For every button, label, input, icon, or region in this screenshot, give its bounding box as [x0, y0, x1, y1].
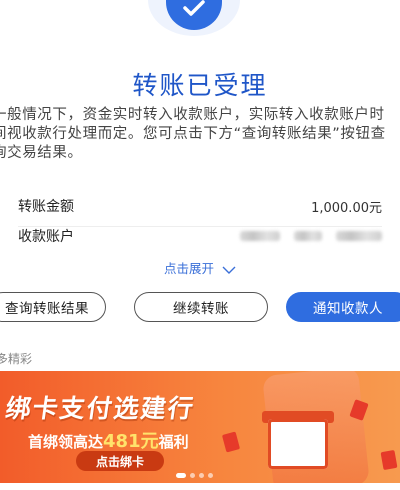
more-section-label: 多精彩: [0, 352, 33, 366]
success-badge: [148, 0, 240, 36]
banner-subtitle-amount: 481元: [103, 431, 159, 452]
red-envelope-icon: [221, 431, 241, 453]
gift-box-icon: [268, 419, 328, 469]
expand-details-link[interactable]: 点击展开: [0, 258, 400, 277]
check-icon: [166, 0, 222, 30]
carousel-dot: [199, 473, 204, 478]
notify-payee-label: 通知收款人: [313, 301, 383, 317]
amount-label: 转账金额: [18, 199, 74, 215]
carousel-dot-active: [176, 473, 186, 478]
amount-value: 1,000.00元: [311, 200, 382, 216]
query-result-label: 查询转账结果: [5, 301, 89, 317]
notify-payee-button[interactable]: 通知收款人: [286, 292, 400, 322]
banner-subtitle-prefix: 首绑领高达: [28, 433, 104, 451]
promo-banner[interactable]: 绑卡支付选建行 首绑领高达481元福利 点击绑卡: [0, 371, 400, 483]
account-label: 收款账户: [18, 229, 74, 245]
red-envelope-icon: [380, 449, 398, 471]
continue-transfer-button[interactable]: 继续转账: [134, 292, 268, 322]
page-title: 转账已受理: [132, 71, 268, 100]
bind-card-button[interactable]: 点击绑卡: [76, 451, 164, 471]
result-description: 一般情况下，资金实时转入收款账户，实际转入收款账户时间视收款行处理而定。您可点击…: [0, 107, 386, 161]
account-row: 收款账户: [18, 216, 382, 256]
carousel-dot: [208, 473, 213, 478]
query-result-button[interactable]: 查询转账结果: [0, 292, 106, 322]
carousel-indicator: [176, 473, 213, 478]
continue-transfer-label: 继续转账: [173, 301, 229, 317]
banner-title: 绑卡支付选建行: [3, 394, 197, 423]
account-value-masked: [240, 231, 382, 241]
banner-subtitle-suffix: 福利: [158, 433, 189, 451]
carousel-dot: [190, 473, 195, 478]
chevron-down-icon: [222, 266, 236, 274]
banner-subtitle: 首绑领高达481元福利: [28, 427, 189, 453]
expand-label: 点击展开: [164, 261, 215, 276]
